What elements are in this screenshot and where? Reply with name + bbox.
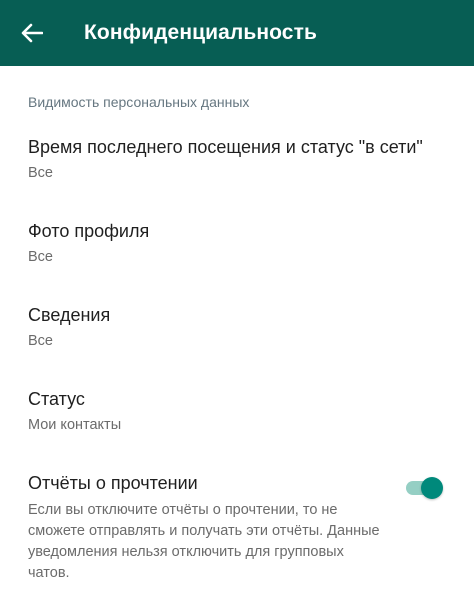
setting-title: Время последнего посещения и статус "в с… bbox=[28, 137, 423, 157]
setting-about[interactable]: Сведения Все bbox=[0, 304, 474, 350]
setting-title: Статус bbox=[28, 389, 85, 409]
setting-read-receipts[interactable]: Отчёты о прочтении Если вы отключите отч… bbox=[0, 472, 474, 584]
setting-profile-photo[interactable]: Фото профиля Все bbox=[0, 220, 474, 266]
app-bar: Конфиденциальность bbox=[0, 0, 474, 66]
setting-status[interactable]: Статус Мои контакты bbox=[0, 388, 474, 434]
setting-value: Все bbox=[28, 249, 53, 265]
setting-value: Все bbox=[28, 165, 53, 181]
setting-last-seen[interactable]: Время последнего посещения и статус "в с… bbox=[0, 136, 474, 182]
section-header: Видимость персональных данных bbox=[28, 94, 250, 110]
back-button[interactable] bbox=[0, 0, 64, 66]
setting-value: Мои контакты bbox=[28, 417, 122, 433]
setting-value: Все bbox=[28, 333, 53, 349]
setting-title: Сведения bbox=[28, 305, 111, 325]
toggle-knob bbox=[421, 477, 443, 499]
setting-title: Фото профиля bbox=[28, 221, 150, 241]
arrow-back-icon bbox=[21, 23, 43, 43]
page-title: Конфиденциальность bbox=[84, 21, 317, 44]
setting-description: Если вы отключите отчёты о прочтении, то… bbox=[28, 502, 380, 581]
read-receipts-toggle[interactable] bbox=[404, 475, 444, 501]
